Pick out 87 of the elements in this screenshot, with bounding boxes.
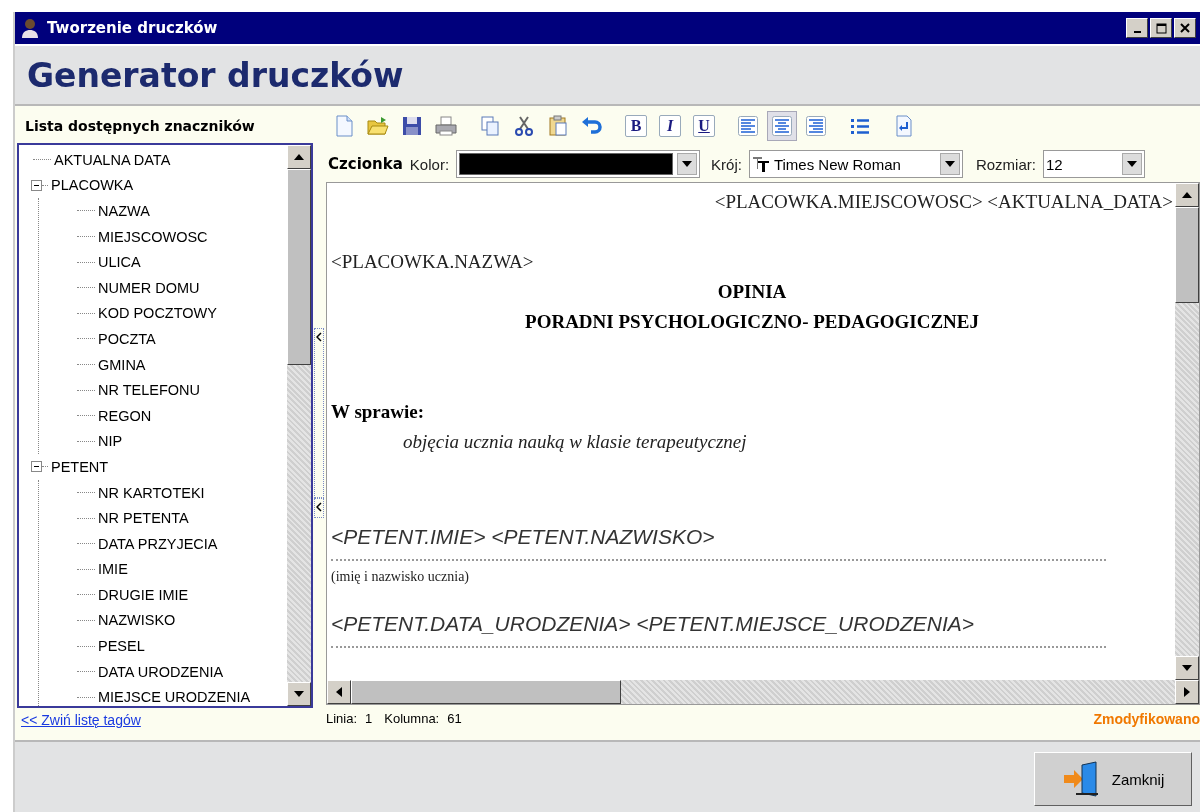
tree-item[interactable]: AKTUALNA DATA (54, 151, 171, 168)
document-editor[interactable] (326, 182, 1200, 705)
person-icon (19, 17, 41, 39)
scroll-down-icon (1182, 665, 1192, 671)
open-icon (366, 115, 390, 137)
tree-item[interactable]: DRUGIE IMIE (98, 586, 189, 603)
paste-icon (547, 115, 569, 137)
vertical-scrollbar[interactable] (1175, 183, 1199, 680)
tree-item[interactable]: ULICA (98, 254, 141, 271)
scroll-right-icon (1184, 687, 1190, 697)
modified-status: Zmodyfikowano (1093, 710, 1200, 727)
document-text: objęcia ucznia nauką w klasie terapeutycznej (402, 430, 748, 454)
scroll-up-icon (1182, 192, 1192, 198)
line-number: 1 (365, 711, 373, 726)
color-label: Kolor: (409, 155, 450, 173)
tree-item[interactable]: DATA PRZYJECIA (98, 535, 218, 552)
scroll-left-icon (336, 687, 342, 697)
column-label: Kolumna: (384, 711, 440, 726)
tree-item[interactable]: PLACOWKA (51, 177, 134, 194)
scroll-up-icon (294, 154, 304, 160)
font-face-label: Krój: (711, 155, 742, 173)
app-heading: Generator druczków (27, 55, 404, 95)
document-title: OPINIA (716, 280, 788, 304)
tree-item[interactable]: GMINA (98, 356, 146, 373)
save-icon (401, 115, 423, 137)
dropdown-arrow-icon (682, 161, 693, 167)
line-label: Linia: (326, 711, 358, 726)
print-icon (434, 115, 458, 137)
color-dropdown[interactable] (456, 150, 701, 178)
document-text: <PLACOWKA.MIEJSCOWOSC> <AKTUALNA_DATA> (713, 190, 1173, 214)
dropdown-arrow-icon (1126, 161, 1137, 167)
tree-item[interactable]: KOD POCZTOWY (98, 305, 217, 322)
document-caption: (imię i nazwisko ucznia) (331, 568, 470, 586)
scroll-down-icon (294, 691, 304, 697)
maximize-button[interactable] (1150, 18, 1172, 38)
cut-icon (514, 115, 534, 137)
copy-icon (479, 115, 501, 137)
document-text: <PETENT.IMIE> <PETENT.NAZWISKO> (331, 524, 716, 550)
align-center-button[interactable] (767, 111, 797, 141)
font-face-dropdown[interactable]: Times New Roman (748, 150, 963, 178)
tree-item[interactable]: REGON (98, 407, 152, 424)
minimize-button[interactable] (1126, 18, 1148, 38)
collapse-icon[interactable] (31, 179, 42, 191)
tree-item[interactable]: NAZWA (98, 203, 150, 219)
close-button[interactable]: Zamknij (1034, 752, 1192, 806)
align-right-icon (806, 116, 826, 136)
close-button[interactable] (1174, 18, 1196, 38)
tree-item[interactable]: MIEJSCOWOSC (98, 228, 208, 245)
scroll-thumb[interactable] (287, 169, 311, 365)
scroll-thumb[interactable] (351, 680, 621, 704)
tree-item[interactable]: NAZWISKO (98, 612, 176, 629)
horizontal-scrollbar[interactable] (327, 680, 1199, 704)
tree-item[interactable]: PETENT (51, 458, 109, 475)
window-title: Tworzenie druczków (47, 19, 218, 37)
insert-icon (894, 115, 914, 137)
vertical-scrollbar[interactable] (287, 145, 311, 706)
close-icon (1180, 23, 1190, 33)
document-text: <PETENT.DATA_URODZENIA> <PETENT.MIEJSCE_URODZENIA> (331, 611, 975, 637)
tree-item[interactable]: NR PETENTA (98, 510, 189, 527)
align-center-icon (772, 116, 792, 136)
tree-item[interactable]: NR TELEFONU (98, 382, 201, 399)
collapse-link[interactable]: << Zwiń listę tagów (17, 708, 313, 728)
font-size-label: Rozmiar: (975, 155, 1036, 173)
tree-item[interactable]: NUMER DOMU (98, 279, 200, 296)
new-icon (334, 115, 354, 137)
tree-item[interactable]: NIP (98, 433, 123, 450)
tree-item[interactable]: NR KARTOTEKI (98, 484, 205, 501)
scroll-thumb[interactable] (1175, 207, 1199, 303)
document-heading: W sprawie: (331, 400, 426, 424)
tree-item[interactable]: DATA URODZENIA (98, 663, 224, 680)
tree-item[interactable]: IMIE (98, 561, 128, 578)
tree-item[interactable]: MIEJSCE URODZENIA (98, 689, 251, 706)
align-left-icon (738, 116, 758, 136)
undo-icon (580, 115, 604, 137)
minimize-icon (1133, 30, 1141, 33)
font-section-label: Czcionka (328, 155, 403, 173)
document-text: <PLACOWKA.NAZWA> (331, 250, 535, 274)
maximize-icon (1155, 22, 1167, 34)
panel-title: Lista dostępnych znaczników (24, 117, 256, 136)
tree-item[interactable]: POCZTA (98, 330, 156, 347)
truetype-icon (751, 156, 770, 172)
dropdown-arrow-icon (944, 161, 955, 167)
collapse-icon[interactable] (31, 461, 42, 473)
tree-item[interactable]: PESEL (98, 638, 145, 655)
document-title: PORADNI PSYCHOLOGICZNO- PEDAGOGICZNEJ (524, 310, 980, 334)
font-size-dropdown[interactable]: 12 (1042, 150, 1145, 178)
column-number: 61 (447, 711, 462, 726)
